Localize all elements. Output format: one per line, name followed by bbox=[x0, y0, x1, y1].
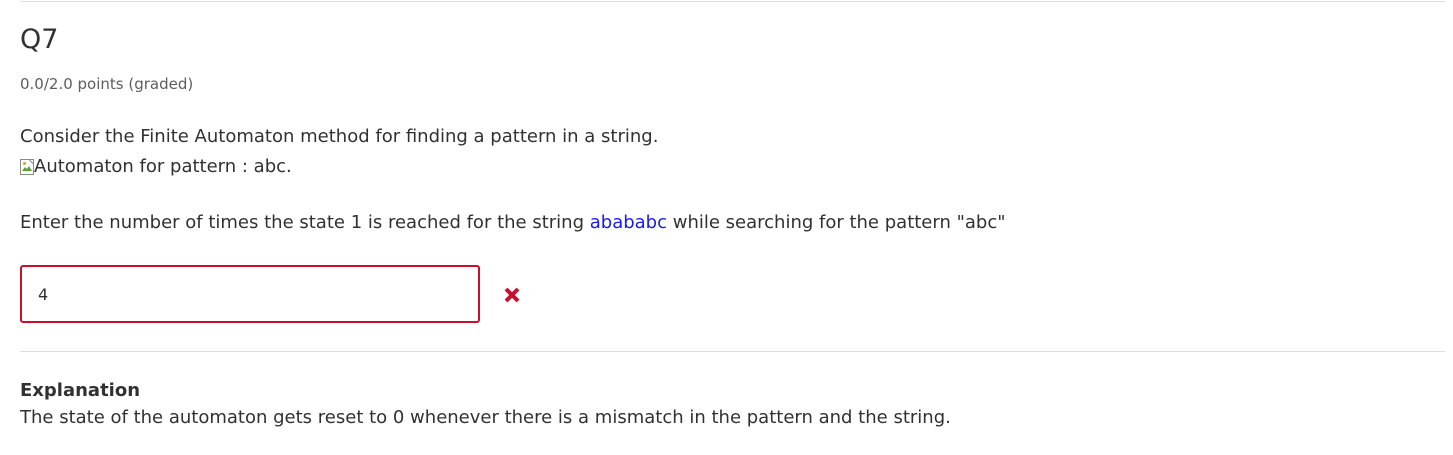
broken-image-icon bbox=[20, 159, 34, 175]
question-text-after: while searching for the pattern "abc" bbox=[667, 212, 1006, 233]
answer-input[interactable] bbox=[20, 265, 480, 323]
highlighted-string: abababc bbox=[589, 212, 667, 233]
automaton-image: Automaton for pattern : abc. bbox=[20, 155, 292, 179]
cross-icon bbox=[503, 286, 521, 304]
points-label: 0.0/2.0 points (graded) bbox=[20, 75, 194, 93]
explanation-text: The state of the automaton gets reset to… bbox=[20, 407, 951, 428]
question-text: Enter the number of times the state 1 is… bbox=[20, 211, 1006, 235]
top-divider bbox=[20, 1, 1445, 2]
automaton-image-alt: Automaton for pattern : abc. bbox=[34, 156, 292, 177]
explanation-title: Explanation bbox=[20, 380, 141, 401]
question-prompt: Consider the Finite Automaton method for… bbox=[20, 126, 659, 147]
question-text-before: Enter the number of times the state 1 is… bbox=[20, 212, 590, 233]
question-title: Q7 bbox=[20, 24, 59, 55]
explanation-divider bbox=[20, 351, 1445, 352]
